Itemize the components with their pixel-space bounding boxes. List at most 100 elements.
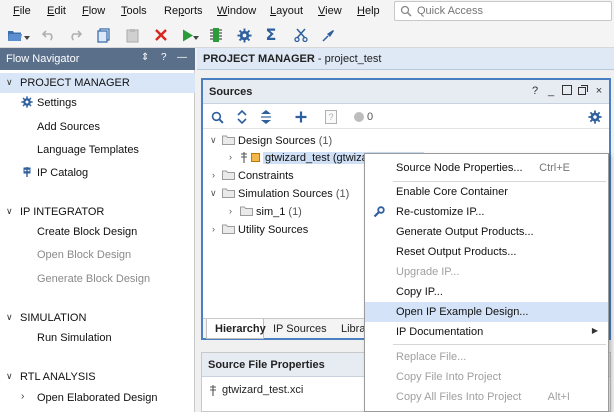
paste-icon[interactable] [123, 26, 141, 44]
menu-tools[interactable]: Tools [121, 5, 147, 17]
chevron-down-icon[interactable]: ∨ [6, 77, 13, 88]
chevron-right-icon[interactable]: › [212, 170, 215, 180]
folder-icon [222, 224, 235, 234]
menu-item-enable-core-container[interactable]: Enable Core Container [365, 182, 608, 202]
quick-access-search[interactable] [394, 1, 612, 21]
menu-layout[interactable]: Layout [270, 5, 303, 17]
menu-view[interactable]: View [318, 5, 342, 17]
nav-item-open-block-design[interactable]: Open Block Design [0, 245, 195, 265]
menu-item-ip-documentation[interactable]: IP Documentation ▶ [365, 322, 608, 342]
sigma-icon[interactable]: Σ [262, 26, 280, 44]
sources-title: Sources [209, 86, 253, 98]
help-icon[interactable]: ? [161, 52, 167, 63]
cut-icon[interactable] [292, 26, 310, 44]
close-icon[interactable]: × [593, 85, 605, 97]
chevron-down-icon[interactable] [24, 32, 30, 40]
svg-text:?: ? [329, 112, 334, 122]
menu-flow[interactable]: Flow [82, 5, 105, 17]
nav-section-project-manager[interactable]: ∨ PROJECT MANAGER [0, 73, 195, 93]
sources-toolbar: ? 0 [203, 105, 609, 129]
collapse-all-icon[interactable] [234, 109, 250, 125]
minimize-icon[interactable]: — [177, 52, 187, 63]
restore-icon[interactable] [561, 85, 573, 97]
nav-item-settings[interactable]: Settings [0, 93, 195, 113]
menu-edit[interactable]: Edit [47, 5, 66, 17]
collapse-all-icon[interactable]: ⇕ [141, 52, 149, 63]
status-dot-icon [351, 109, 367, 125]
gear-icon [21, 96, 33, 108]
tree-count: (1) [318, 135, 333, 147]
menu-item-source-node-properties[interactable]: Source Node Properties... Ctrl+E [365, 158, 608, 178]
program-device-icon[interactable] [207, 26, 225, 44]
nav-item-language-templates[interactable]: Language Templates [0, 140, 195, 160]
nav-item-run-simulation[interactable]: Run Simulation [0, 328, 195, 348]
menu-item-open-ip-example-design[interactable]: Open IP Example Design... [365, 302, 608, 322]
menu-reports[interactable]: Reports [164, 5, 203, 17]
chevron-right-icon[interactable]: › [229, 152, 232, 162]
submenu-arrow-icon: ▶ [591, 326, 598, 335]
chevron-down-icon[interactable]: ∨ [6, 312, 13, 323]
chevron-down-icon[interactable] [193, 32, 199, 40]
copy-icon[interactable] [95, 26, 113, 44]
add-icon[interactable] [293, 109, 309, 125]
shortcut-label: Ctrl+E [539, 162, 570, 174]
ip-core-icon [210, 385, 216, 396]
delete-icon[interactable] [152, 26, 170, 44]
ip-catalog-icon [23, 167, 31, 177]
chevron-right-icon[interactable]: › [212, 224, 215, 234]
nav-item-add-sources[interactable]: Add Sources [0, 117, 195, 137]
redo-icon[interactable] [66, 26, 84, 44]
menu-item-reset-output-products[interactable]: Reset Output Products... [365, 242, 608, 262]
quick-access-input[interactable] [417, 4, 607, 18]
menu-separator [393, 344, 606, 345]
gear-icon[interactable] [587, 109, 603, 125]
nav-item-ip-catalog[interactable]: IP Catalog [0, 163, 195, 183]
search-icon[interactable] [209, 109, 225, 125]
expand-all-icon[interactable] [258, 109, 274, 125]
flow-navigator-header: Flow Navigator ⇕ ? — [0, 48, 195, 70]
chevron-down-icon[interactable]: ∨ [6, 371, 13, 382]
properties-icon[interactable]: ? [323, 109, 339, 125]
nav-item-open-elaborated-design[interactable]: › Open Elaborated Design [0, 388, 195, 408]
settings-icon[interactable] [235, 26, 253, 44]
help-icon[interactable]: ? [529, 85, 541, 97]
nav-section-simulation[interactable]: ∨ SIMULATION [0, 308, 195, 328]
chevron-down-icon[interactable]: ∨ [210, 135, 217, 146]
open-project-icon[interactable] [6, 26, 24, 44]
tree-label: Simulation Sources [238, 188, 333, 200]
chevron-right-icon[interactable]: › [229, 206, 232, 216]
folder-icon [222, 188, 235, 198]
tab-ip-sources[interactable]: IP Sources [273, 319, 327, 339]
nav-item-generate-block-design[interactable]: Generate Block Design [0, 269, 195, 289]
chevron-down-icon[interactable]: ∨ [6, 206, 13, 217]
menu-item-replace-file[interactable]: Replace File... [365, 347, 608, 367]
status-count: 0 [367, 111, 374, 123]
menu-item-copy-ip[interactable]: Copy IP... [365, 282, 608, 302]
nav-item-create-block-design[interactable]: Create Block Design [0, 222, 195, 242]
menu-item-recustomize-ip[interactable]: Re-customize IP... [365, 202, 608, 222]
menu-item-copy-file-into-project[interactable]: Copy File Into Project [365, 367, 608, 387]
source-file-name: gtwizard_test.xci [222, 384, 304, 396]
context-menu: Source Node Properties... Ctrl+E Enable … [364, 153, 609, 412]
undo-icon[interactable] [40, 26, 58, 44]
sources-title-bar: Sources ? _ × [203, 80, 609, 104]
flow-navigator-title: Flow Navigator [6, 53, 80, 65]
menu-file[interactable]: File [13, 5, 31, 17]
pin-icon[interactable] [320, 26, 338, 44]
menu-item-generate-output-products[interactable]: Generate Output Products... [365, 222, 608, 242]
menu-window[interactable]: Window [217, 5, 256, 17]
chevron-right-icon[interactable]: › [21, 391, 33, 403]
minimize-icon[interactable]: _ [545, 85, 557, 97]
float-icon[interactable] [577, 85, 589, 97]
nav-section-ip-integrator[interactable]: ∨ IP INTEGRATOR [0, 202, 195, 222]
nav-section-rtl-analysis[interactable]: ∨ RTL ANALYSIS [0, 367, 195, 387]
menu-item-upgrade-ip[interactable]: Upgrade IP... [365, 262, 608, 282]
tree-node-design-sources[interactable]: ∨ Design Sources (1) [203, 133, 603, 150]
chevron-down-icon[interactable]: ∨ [210, 188, 217, 199]
menu-bar: File Edit Flow Tools Reports Window Layo… [0, 0, 614, 22]
wrench-icon [373, 206, 385, 218]
tab-hierarchy[interactable]: Hierarchy [206, 319, 266, 339]
menu-item-copy-all-files-into-project[interactable]: Copy All Files Into Project Alt+I [365, 387, 608, 407]
tree-label: Constraints [238, 170, 294, 182]
menu-help[interactable]: Help [357, 5, 380, 17]
